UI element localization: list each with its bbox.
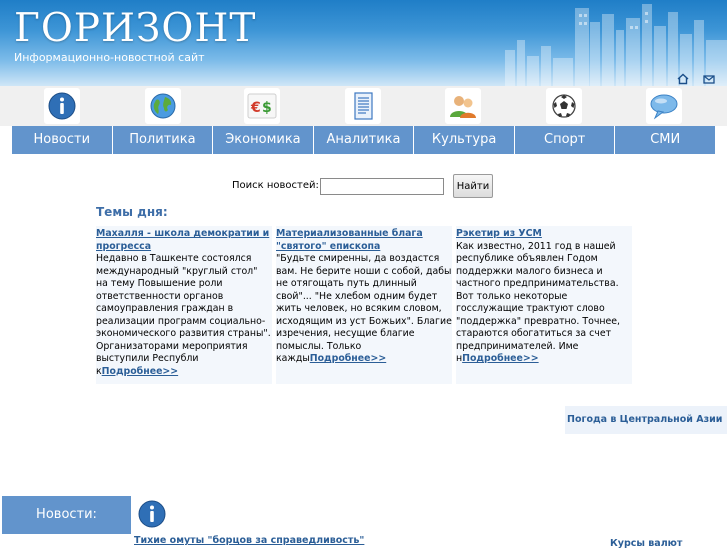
topic-body: Как известно, 2011 год в нашей республик… — [456, 240, 621, 365]
search-input[interactable] — [320, 178, 444, 195]
nav-item-smi[interactable]: СМИ — [615, 126, 716, 154]
topic-more-link[interactable]: Подробнее>> — [102, 366, 178, 377]
nav-item-sport[interactable]: Спорт — [514, 126, 616, 154]
document-icon[interactable] — [345, 88, 381, 124]
site-subtitle: Информационно-новостной сайт — [14, 51, 205, 64]
home-icon[interactable] — [676, 71, 690, 85]
soccer-ball-icon[interactable] — [546, 88, 582, 124]
topics-heading: Темы дня: — [96, 205, 168, 219]
weather-link[interactable]: Погода в Центральной Азии — [565, 406, 727, 434]
topic-title-link[interactable]: Материализованные блага "святого" еписко… — [276, 228, 452, 253]
search-label: Поиск новостей: — [232, 180, 319, 191]
topic-body: Недавно в Ташкенте состоялся международн… — [96, 253, 271, 377]
people-icon[interactable] — [445, 88, 481, 124]
category-icon-row: € $ — [0, 86, 727, 126]
svg-text:€: € — [250, 100, 261, 116]
news-section-heading: Новости: — [2, 496, 131, 534]
svg-text:$: $ — [262, 100, 272, 116]
currency-rates-link[interactable]: Курсы валют — [610, 538, 682, 549]
speech-bubble-icon[interactable] — [646, 88, 682, 124]
mail-icon[interactable] — [702, 71, 716, 85]
info-icon[interactable] — [134, 496, 170, 532]
nav-item-politika[interactable]: Политика — [112, 126, 214, 154]
site-title: ГОРИЗОНТ — [14, 6, 257, 51]
nav-item-ekonomika[interactable]: Экономика — [213, 126, 314, 154]
topic-card: Материализованные блага "святого" еписко… — [276, 226, 452, 384]
info-icon[interactable] — [44, 88, 80, 124]
currency-icon[interactable]: € $ — [244, 88, 280, 124]
search-button[interactable]: Найти — [453, 174, 493, 198]
news-item-link[interactable]: Тихие омуты "борцов за справедливость" — [134, 535, 364, 546]
topic-card: Махалля - школа демократии и прогресса Н… — [96, 226, 272, 384]
globe-icon[interactable] — [145, 88, 181, 124]
topic-title-link[interactable]: Махалля - школа демократии и прогресса — [96, 228, 272, 253]
nav-item-novosti[interactable]: Новости — [12, 126, 113, 154]
nav-item-analitika[interactable]: Аналитика — [313, 126, 415, 154]
site-header: ГОРИЗОНТ Информационно-новостной сайт — [0, 0, 727, 86]
topic-title-link[interactable]: Рэкетир из УСМ — [456, 228, 632, 241]
nav-item-kultura[interactable]: Культура — [414, 126, 515, 154]
main-nav: Новости Политика Экономика Аналитика Кул… — [12, 126, 716, 154]
topic-body: "Будьте смиренны, да воздастся вам. Не б… — [276, 253, 452, 364]
topic-more-link[interactable]: Подробнее>> — [462, 353, 538, 364]
topic-card: Рэкетир из УСМ Как известно, 2011 год в … — [456, 226, 632, 384]
topic-more-link[interactable]: Подробнее>> — [310, 353, 386, 364]
